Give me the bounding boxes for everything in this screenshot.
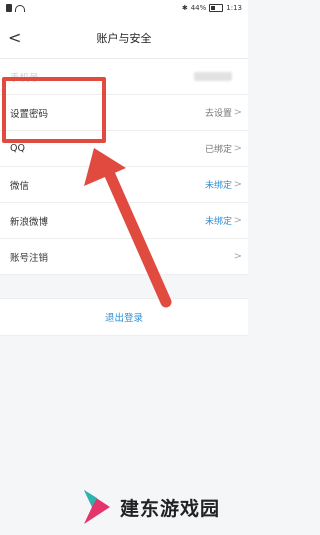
status-left bbox=[6, 4, 25, 12]
chevron-right-icon: > bbox=[233, 143, 242, 154]
row-weibo-label: 新浪微博 bbox=[10, 216, 49, 228]
bluetooth-icon: ✱ bbox=[181, 4, 188, 12]
row-wechat-value: 未绑定 bbox=[204, 181, 232, 191]
battery-icon bbox=[209, 4, 224, 12]
chevron-right-icon: > bbox=[233, 107, 242, 118]
status-right: ✱ 44% 1:13 bbox=[182, 4, 242, 12]
row-weibo[interactable]: 新浪微博 未绑定 > bbox=[0, 203, 248, 239]
row-wechat-label: 微信 bbox=[10, 180, 30, 192]
nav-bar: < 账户与安全 bbox=[0, 18, 248, 59]
row-deactivate[interactable]: 账号注销 > bbox=[0, 239, 248, 275]
chevron-right-icon: > bbox=[233, 251, 242, 262]
page-title: 账户与安全 bbox=[96, 32, 152, 45]
status-time: 1:13 bbox=[226, 4, 242, 12]
watermark-logo-icon bbox=[84, 490, 110, 524]
watermark-text: 建东游戏园 bbox=[120, 497, 221, 520]
wifi-icon bbox=[15, 4, 25, 12]
chevron-right-icon: > bbox=[233, 215, 242, 226]
phone-value-redacted bbox=[194, 72, 232, 81]
chevron-right-icon: > bbox=[233, 179, 242, 190]
row-deactivate-label: 账号注销 bbox=[10, 252, 49, 264]
watermark: 建东游戏园 bbox=[84, 490, 220, 524]
row-qq-value: 已绑定 bbox=[204, 145, 232, 155]
sim-icon bbox=[6, 4, 12, 12]
status-bar: ✱ 44% 1:13 bbox=[0, 0, 248, 18]
annotation-highlight-box bbox=[2, 77, 106, 143]
row-qq-label: QQ bbox=[10, 143, 25, 154]
row-set-password-value: 去设置 bbox=[204, 109, 232, 119]
row-wechat[interactable]: 微信 未绑定 > bbox=[0, 167, 248, 203]
battery-percent: 44% bbox=[190, 4, 207, 12]
row-weibo-value: 未绑定 bbox=[204, 217, 232, 227]
logout-button[interactable]: 退出登录 bbox=[0, 298, 248, 336]
